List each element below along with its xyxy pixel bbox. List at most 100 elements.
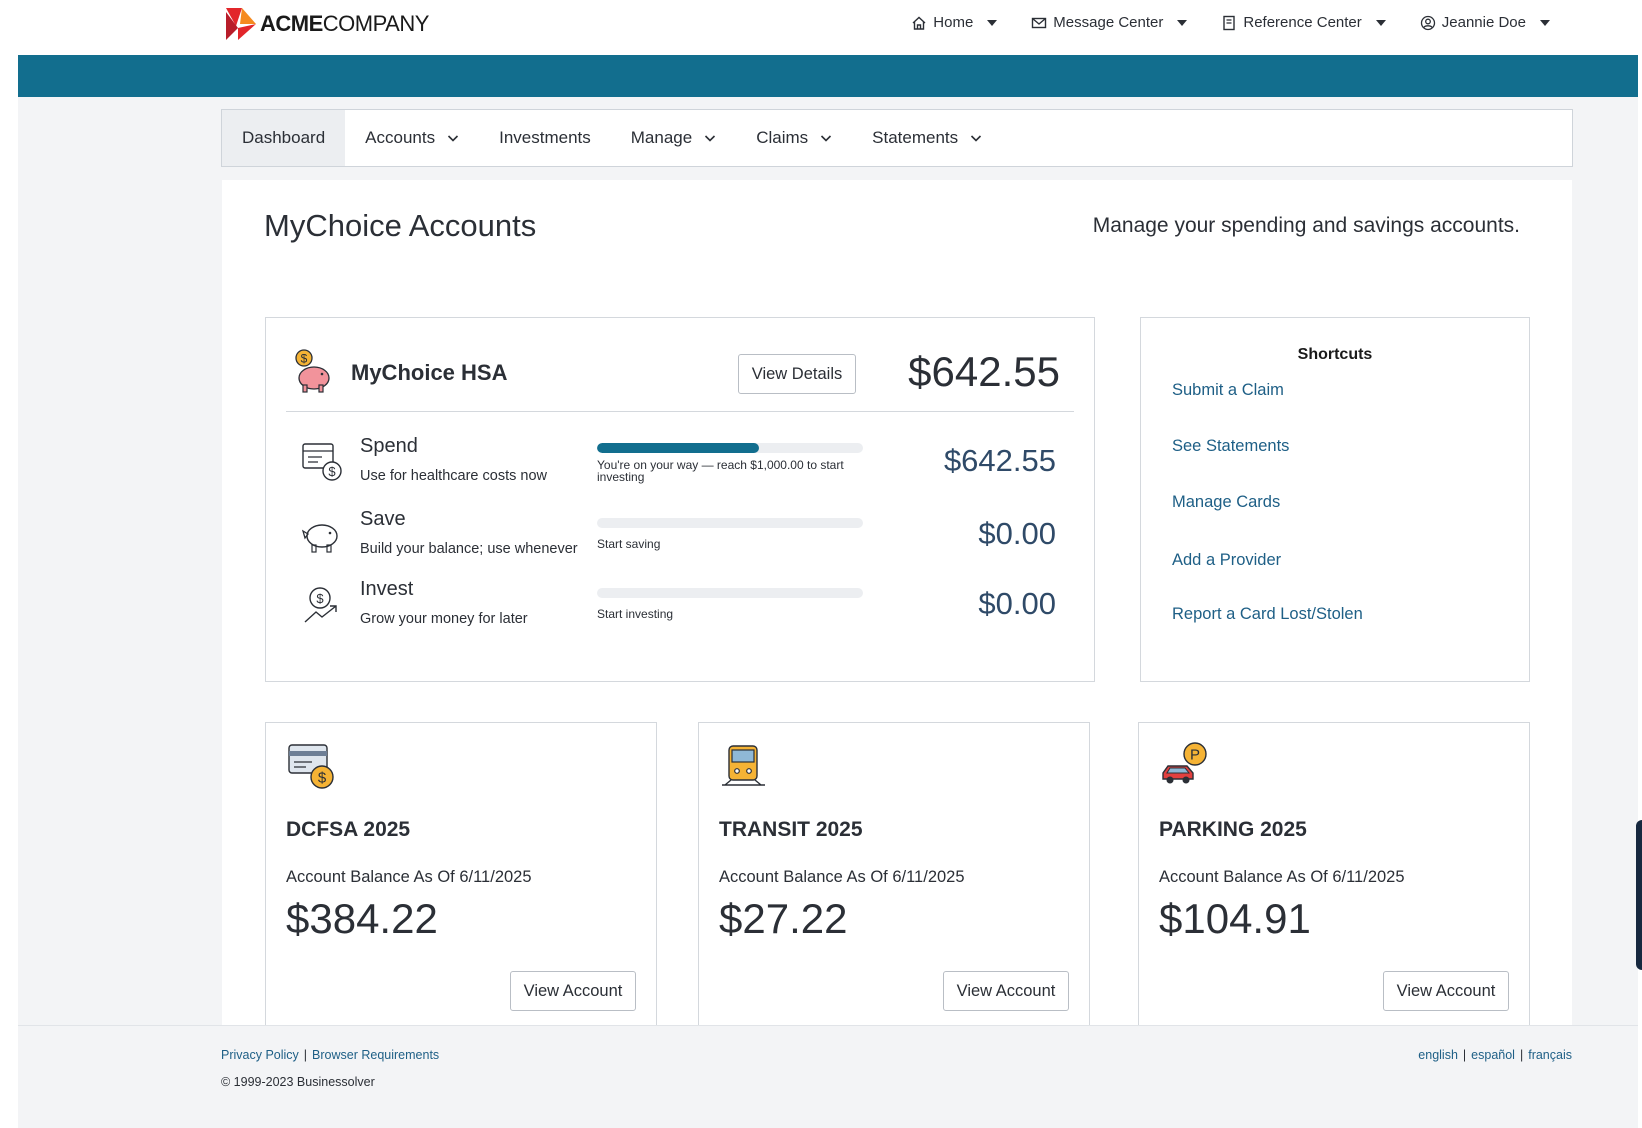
- tab-label: Investments: [499, 128, 591, 147]
- card-dollar-icon: $: [288, 744, 334, 789]
- page-title: MyChoice Accounts: [264, 208, 537, 243]
- company-logo[interactable]: ACMECOMPANY: [224, 6, 429, 42]
- caret-down-icon: [1177, 19, 1188, 26]
- account-balance-label: Account Balance As Of 6/11/2025: [286, 868, 532, 886]
- logo-text: ACMECOMPANY: [260, 11, 429, 36]
- sub-nav: Dashboard Accounts Investments Manage Cl…: [221, 109, 1573, 167]
- home-icon: [912, 16, 926, 30]
- account-card-parking: P PARKING 2025 Account Balance As Of 6/1…: [1138, 722, 1530, 1032]
- tab-label: Claims: [756, 128, 809, 147]
- train-icon: [722, 745, 765, 786]
- row-description: Use for healthcare costs now: [360, 468, 547, 484]
- row-title: Invest: [360, 578, 414, 600]
- row-title: Save: [360, 508, 406, 530]
- edge-decoration: [1636, 820, 1642, 970]
- browser-requirements-link[interactable]: Browser Requirements: [312, 1048, 439, 1062]
- tab-statements[interactable]: Statements: [852, 110, 1002, 166]
- svg-text:$: $: [316, 591, 324, 606]
- top-nav-label: Reference Center: [1243, 14, 1362, 31]
- hsa-card: $ MyChoice HSA View Details $642.55 $ Sp…: [265, 317, 1095, 682]
- top-nav-message-center[interactable]: Message Center: [1031, 14, 1188, 31]
- footer-links: Privacy Policy | Browser Requirements: [221, 1048, 439, 1062]
- view-account-button[interactable]: View Account: [1383, 971, 1509, 1011]
- shortcuts-panel: Shortcuts Submit a Claim See Statements …: [1140, 317, 1530, 682]
- copyright: © 1999-2023 Businessolver: [221, 1075, 375, 1089]
- tab-label: Dashboard: [242, 128, 326, 147]
- chevron-down-icon: [705, 135, 716, 142]
- view-account-button[interactable]: View Account: [510, 971, 636, 1011]
- footer-separator: |: [1462, 1048, 1467, 1062]
- page: ACMECOMPANY Home Message Center Referenc…: [0, 0, 1642, 1128]
- svg-text:$: $: [328, 464, 336, 479]
- svg-text:$: $: [318, 770, 327, 787]
- language-spanish-link[interactable]: español: [1471, 1048, 1515, 1062]
- shortcut-report-card-lost[interactable]: Report a Card Lost/Stolen: [1172, 605, 1363, 624]
- invest-growth-icon: $: [304, 587, 337, 623]
- footer: Privacy Policy | Browser Requirements © …: [18, 1025, 1638, 1128]
- account-card-transit: TRANSIT 2025 Account Balance As Of 6/11/…: [698, 722, 1090, 1032]
- top-header: ACMECOMPANY Home Message Center Referenc…: [18, 0, 1638, 55]
- top-nav-reference-center[interactable]: Reference Center: [1221, 14, 1386, 31]
- account-name: TRANSIT 2025: [719, 818, 863, 841]
- top-nav-label: Jeannie Doe: [1441, 14, 1526, 31]
- progress-note: You're on your way — reach $1,000.00 to …: [597, 458, 844, 484]
- tab-label: Accounts: [365, 128, 436, 147]
- car-parking-icon: P: [1162, 742, 1207, 784]
- top-nav-user-menu[interactable]: Jeannie Doe: [1420, 14, 1550, 31]
- row-title: Spend: [360, 435, 418, 457]
- language-english-link[interactable]: english: [1418, 1048, 1458, 1062]
- hsa-name: MyChoice HSA: [351, 360, 508, 385]
- account-name: DCFSA 2025: [286, 818, 411, 841]
- account-name: PARKING 2025: [1159, 818, 1307, 841]
- tab-dashboard[interactable]: Dashboard: [222, 110, 346, 166]
- tab-claims[interactable]: Claims: [736, 110, 852, 166]
- book-icon: [1223, 15, 1236, 30]
- shortcut-add-provider[interactable]: Add a Provider: [1172, 551, 1281, 570]
- account-balance-label: Account Balance As Of 6/11/2025: [1159, 868, 1405, 886]
- top-nav-label: Home: [933, 14, 974, 31]
- progress-fill: [597, 443, 760, 453]
- account-balance-label: Account Balance As Of 6/11/2025: [719, 868, 965, 886]
- acme-logo-icon: [226, 8, 256, 40]
- svg-text:P: P: [1190, 747, 1200, 764]
- tab-manage[interactable]: Manage: [611, 110, 736, 166]
- language-french-link[interactable]: français: [1528, 1048, 1572, 1062]
- row-amount: $0.00: [978, 586, 1056, 621]
- row-description: Build your balance; use whenever: [360, 541, 578, 557]
- tab-investments[interactable]: Investments: [479, 110, 611, 166]
- view-details-button[interactable]: View Details: [738, 354, 856, 394]
- hsa-row-spend: $ Spend Use for healthcare costs now You…: [294, 435, 1066, 501]
- hsa-total-balance: $642.55: [908, 348, 1060, 395]
- footer-separator: |: [303, 1048, 308, 1062]
- page-subtitle: Manage your spending and savings account…: [1092, 214, 1520, 237]
- privacy-policy-link[interactable]: Privacy Policy: [221, 1048, 299, 1062]
- shortcut-manage-cards[interactable]: Manage Cards: [1172, 493, 1280, 512]
- chevron-down-icon: [971, 135, 982, 142]
- account-balance: $27.22: [719, 895, 848, 942]
- account-balance: $104.91: [1159, 895, 1311, 942]
- footer-separator: |: [1519, 1048, 1524, 1062]
- progress-bar: [597, 443, 863, 453]
- tab-label: Manage: [630, 128, 693, 147]
- top-nav: Home Message Center Reference Center Jea…: [911, 14, 1550, 31]
- piggy-bank-icon: [301, 524, 338, 553]
- hsa-row-invest: $ Invest Grow your money for later Start…: [294, 578, 1066, 644]
- user-icon: [1420, 15, 1435, 30]
- row-amount: $0.00: [978, 516, 1056, 551]
- top-nav-home[interactable]: Home: [911, 14, 998, 31]
- main-panel: MyChoice Accounts Manage your spending a…: [222, 180, 1572, 1032]
- caret-down-icon: [987, 19, 998, 26]
- view-account-button[interactable]: View Account: [943, 971, 1069, 1011]
- tab-accounts[interactable]: Accounts: [345, 110, 479, 166]
- progress-bar: [597, 588, 863, 598]
- svg-text:$: $: [301, 352, 308, 366]
- chevron-down-icon: [821, 135, 832, 142]
- receipt-dollar-icon: $: [302, 443, 342, 481]
- shortcut-see-statements[interactable]: See Statements: [1172, 437, 1289, 456]
- tab-label: Statements: [872, 128, 959, 147]
- piggy-bank-coin-icon: $: [295, 349, 330, 393]
- shortcut-submit-claim[interactable]: Submit a Claim: [1172, 381, 1284, 400]
- caret-down-icon: [1540, 19, 1550, 26]
- progress-note: Start saving: [597, 537, 661, 551]
- row-description: Grow your money for later: [360, 611, 528, 627]
